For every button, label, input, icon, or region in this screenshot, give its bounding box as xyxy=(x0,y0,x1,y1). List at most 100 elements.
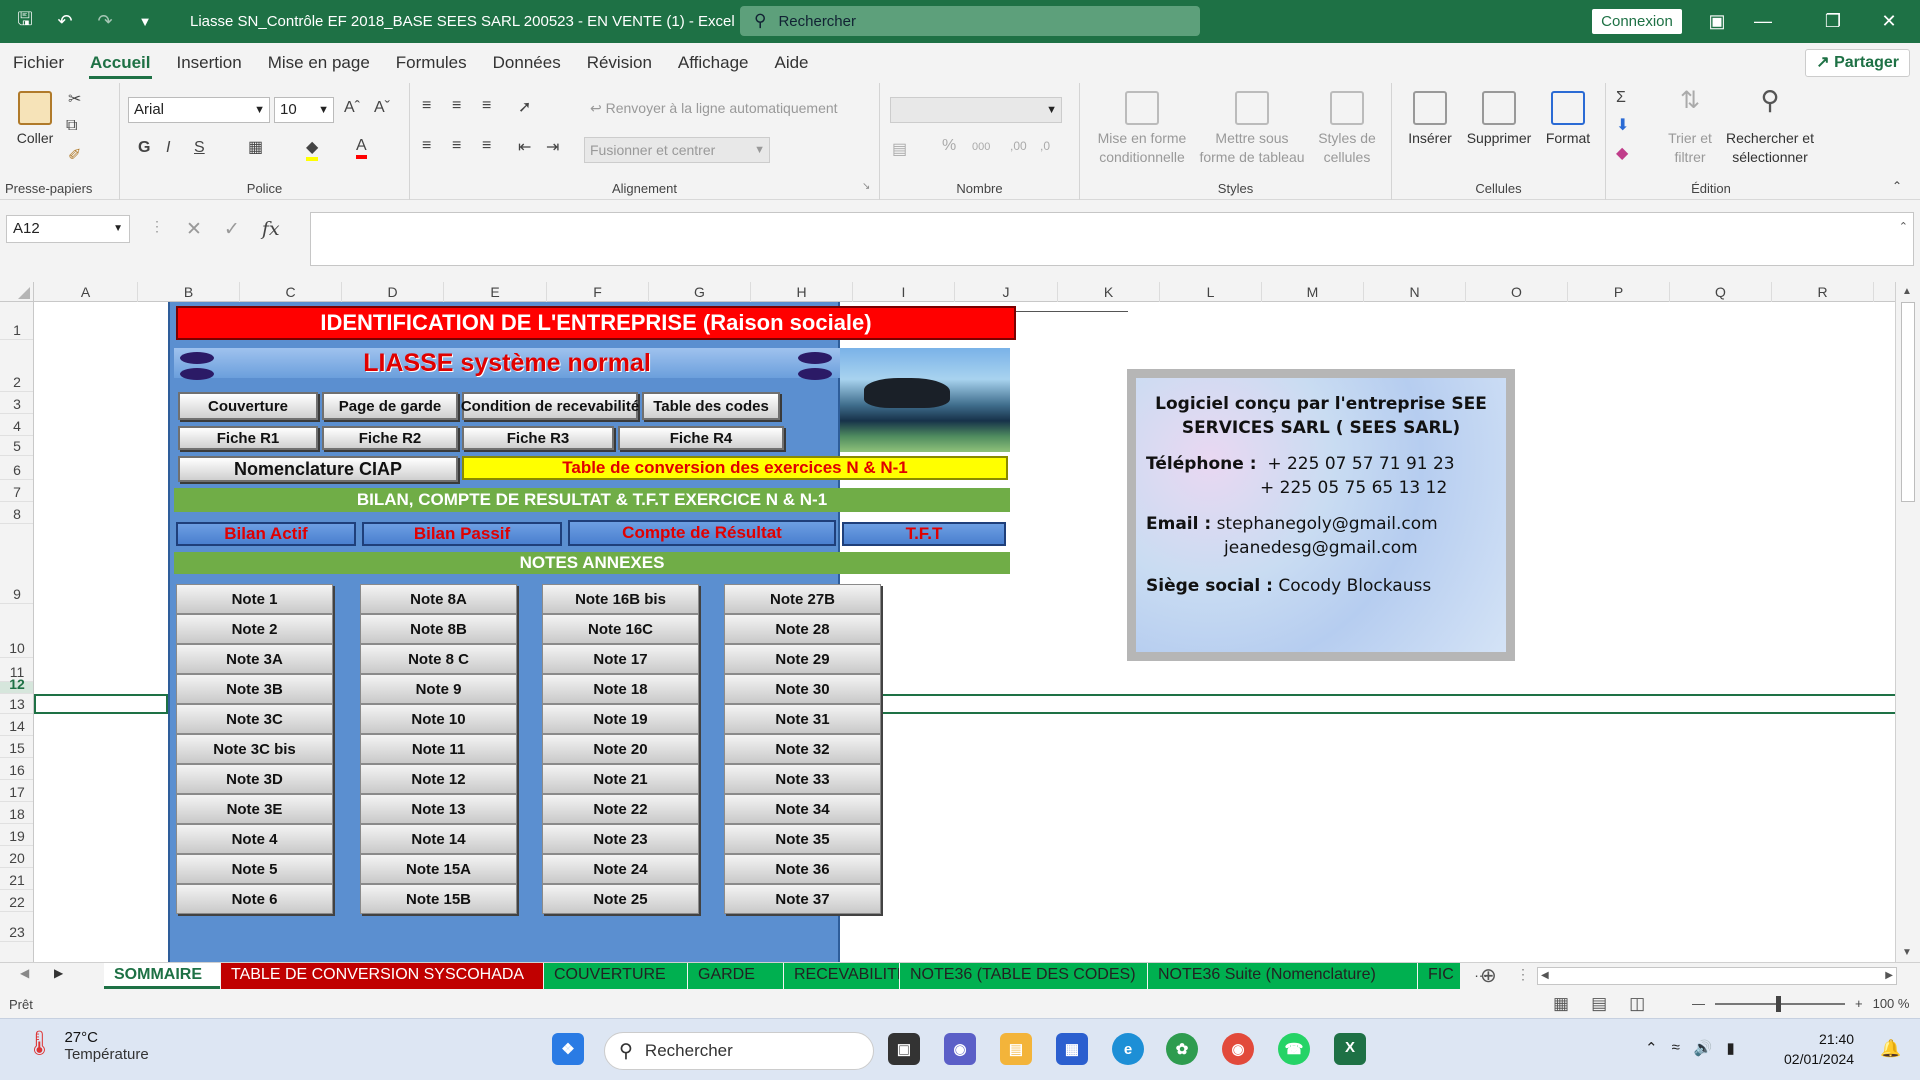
sort-filter-button[interactable]: ⇅ Trier et filtrer xyxy=(1656,89,1724,167)
next-sheet-icon[interactable]: ▶ xyxy=(54,966,63,980)
grow-font-icon[interactable]: Aˆ xyxy=(344,99,360,117)
note-button[interactable]: Note 16B bis xyxy=(542,584,699,614)
horizontal-scrollbar[interactable]: ◀ ▶ xyxy=(1537,967,1897,985)
number-format-select[interactable]: ▼ xyxy=(890,97,1062,123)
excel-icon[interactable]: X xyxy=(1334,1033,1366,1065)
column-header[interactable]: F xyxy=(547,282,649,302)
tab-donnees[interactable]: Données xyxy=(480,43,574,83)
weather-widget[interactable]: 🌡 27°C Température xyxy=(24,1029,149,1063)
decrease-indent-icon[interactable]: ⇤ xyxy=(518,137,531,157)
note-button[interactable]: Note 33 xyxy=(724,764,881,794)
note-button[interactable]: Note 35 xyxy=(724,824,881,854)
column-header[interactable]: B xyxy=(138,282,240,302)
underline-icon[interactable]: S xyxy=(194,139,205,157)
row-header[interactable]: 9 xyxy=(0,524,33,604)
column-header[interactable]: A xyxy=(34,282,138,302)
column-header[interactable]: G xyxy=(649,282,751,302)
sheet-tab[interactable]: GARDE xyxy=(688,963,783,989)
row-header[interactable]: 6 xyxy=(0,456,33,480)
file-explorer-icon[interactable]: ▤ xyxy=(1000,1033,1032,1065)
note-button[interactable]: Note 15B xyxy=(360,884,517,914)
enter-icon[interactable]: ✓ xyxy=(224,218,240,241)
zoom-out-icon[interactable]: — xyxy=(1692,996,1705,1011)
row-header[interactable]: 8 xyxy=(0,502,33,524)
note-button[interactable]: Note 13 xyxy=(360,794,517,824)
vertical-scrollbar[interactable]: ▲ ▼ xyxy=(1895,282,1920,962)
zoom-slider[interactable] xyxy=(1715,995,1845,1012)
format-button[interactable]: Format xyxy=(1538,91,1598,148)
scroll-up-icon[interactable]: ▲ xyxy=(1902,286,1912,297)
column-header[interactable]: C xyxy=(240,282,342,302)
add-sheet-icon[interactable]: ⊕ xyxy=(1480,963,1497,988)
borders-icon[interactable]: ▦ xyxy=(248,137,263,157)
note-button[interactable]: Note 15A xyxy=(360,854,517,884)
cut-icon[interactable]: ✂ xyxy=(68,89,81,109)
bilan-passif-button[interactable]: Bilan Passif xyxy=(362,522,562,546)
row-header[interactable]: 2 xyxy=(0,340,33,392)
row-header[interactable]: 3 xyxy=(0,392,33,414)
row-header[interactable]: 4 xyxy=(0,414,33,436)
insert-function-icon[interactable]: fx xyxy=(262,218,280,241)
row-header[interactable]: 1 xyxy=(0,302,33,340)
fill-color-icon[interactable]: ◆ xyxy=(306,137,319,161)
fiche-r4-button[interactable]: Fiche R4 xyxy=(618,426,784,450)
font-size-select[interactable]: 10 ▼ xyxy=(274,97,334,123)
bilan-actif-button[interactable]: Bilan Actif xyxy=(176,522,356,546)
splitter-icon[interactable]: ⋮ xyxy=(1516,966,1530,983)
column-header[interactable]: P xyxy=(1568,282,1670,302)
select-all-corner[interactable] xyxy=(0,282,34,302)
note-button[interactable]: Note 1 xyxy=(176,584,333,614)
note-button[interactable]: Note 8A xyxy=(360,584,517,614)
align-top-icon[interactable]: ≡ xyxy=(422,97,431,115)
font-color-icon[interactable]: A xyxy=(356,137,367,159)
align-right-icon[interactable]: ≡ xyxy=(482,137,491,155)
notification-bell-icon[interactable]: 🔔 xyxy=(1880,1039,1901,1059)
paste-button[interactable]: Coller xyxy=(8,91,62,148)
note-button[interactable]: Note 18 xyxy=(542,674,699,704)
column-header[interactable]: N xyxy=(1364,282,1466,302)
column-header[interactable]: D xyxy=(342,282,444,302)
fiche-r1-button[interactable]: Fiche R1 xyxy=(178,426,318,450)
row-header[interactable]: 21 xyxy=(0,868,33,890)
note-button[interactable]: Note 32 xyxy=(724,734,881,764)
note-button[interactable]: Note 36 xyxy=(724,854,881,884)
tab-accueil[interactable]: Accueil xyxy=(77,43,163,83)
column-header[interactable]: R xyxy=(1772,282,1874,302)
fiche-r3-button[interactable]: Fiche R3 xyxy=(462,426,614,450)
zoom-level[interactable]: 100 % xyxy=(1873,996,1910,1011)
formula-input[interactable] xyxy=(310,212,1914,266)
note-button[interactable]: Note 23 xyxy=(542,824,699,854)
orientation-icon[interactable]: ➚ xyxy=(518,97,531,117)
sheet-tab[interactable]: RECEVABILITE xyxy=(784,963,899,989)
clock[interactable]: 21:40 02/01/2024 xyxy=(1784,1029,1854,1069)
note-button[interactable]: Note 14 xyxy=(360,824,517,854)
find-select-button[interactable]: ⚲ Rechercher et sélectionner xyxy=(1724,87,1816,167)
note-button[interactable]: Note 8 C xyxy=(360,644,517,674)
login-button[interactable]: Connexion xyxy=(1592,9,1682,34)
scroll-left-icon[interactable]: ◀ xyxy=(1541,970,1549,981)
note-button[interactable]: Note 21 xyxy=(542,764,699,794)
sheet-tab[interactable]: NOTE36 (TABLE DES CODES) xyxy=(900,963,1147,989)
format-painter-icon[interactable]: ✐ xyxy=(68,145,81,165)
note-button[interactable]: Note 3C bis xyxy=(176,734,333,764)
note-button[interactable]: Note 19 xyxy=(542,704,699,734)
row-header[interactable]: 13 xyxy=(0,694,33,714)
row-header[interactable]: 20 xyxy=(0,846,33,868)
align-left-icon[interactable]: ≡ xyxy=(422,137,431,155)
align-center-icon[interactable]: ≡ xyxy=(452,137,461,155)
store-icon[interactable]: ▦ xyxy=(1056,1033,1088,1065)
sheet-tab[interactable]: NOTE36 Suite (Nomenclature) xyxy=(1148,963,1417,989)
scroll-thumb[interactable] xyxy=(1901,302,1915,502)
compte-resultat-button[interactable]: Compte de Résultat xyxy=(568,520,836,546)
note-button[interactable]: Note 37 xyxy=(724,884,881,914)
row-header[interactable]: 5 xyxy=(0,436,33,456)
row-header[interactable]: 7 xyxy=(0,480,33,502)
tft-button[interactable]: T.F.T xyxy=(842,522,1006,546)
nomenclature-ciap-button[interactable]: Nomenclature CIAP xyxy=(178,456,458,482)
note-button[interactable]: Note 8B xyxy=(360,614,517,644)
page-break-icon[interactable]: ◫ xyxy=(1629,994,1645,1014)
row-header[interactable]: 14 xyxy=(0,714,33,736)
tab-revision[interactable]: Révision xyxy=(574,43,665,83)
note-button[interactable]: Note 12 xyxy=(360,764,517,794)
tab-affichage[interactable]: Affichage xyxy=(665,43,762,83)
